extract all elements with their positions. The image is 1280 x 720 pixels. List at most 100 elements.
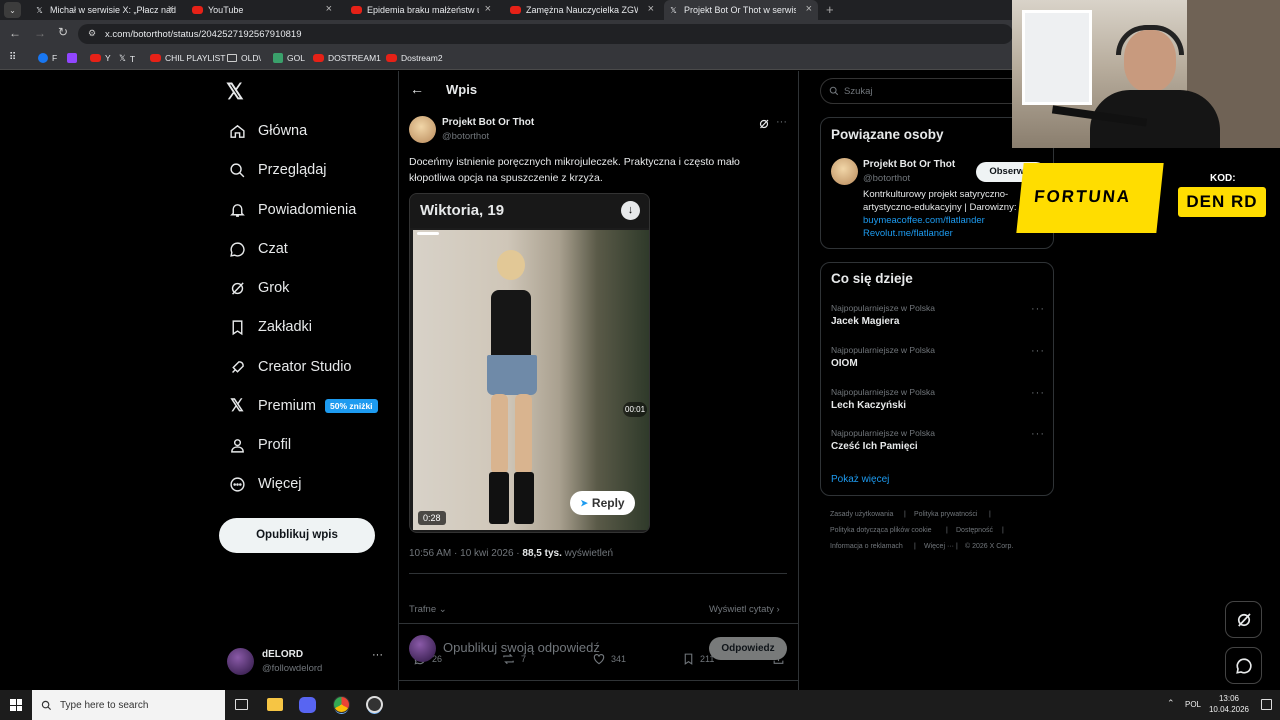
x-favicon-icon: 𝕏 <box>670 5 677 15</box>
youtube-icon <box>192 5 203 16</box>
new-tab-icon[interactable]: + <box>826 2 834 17</box>
site-info-icon[interactable]: ⚙ <box>88 28 96 39</box>
reply-submit-button[interactable]: Odpowiedz <box>709 637 787 660</box>
sidebar-item-grok[interactable]: Grok <box>228 276 289 300</box>
chrome-icon[interactable] <box>333 696 350 713</box>
trend-item[interactable]: Najpopularniejsze w Polska Jacek Magiera… <box>831 303 1045 327</box>
grok-floating-button[interactable] <box>1225 601 1262 638</box>
trend-more-icon[interactable]: ··· <box>1031 303 1045 315</box>
sort-dropdown[interactable]: Trafne ⌄ <box>409 604 447 615</box>
close-tab-icon[interactable]: × <box>648 3 654 15</box>
youtube-icon <box>351 5 362 16</box>
tab-botorthot[interactable]: 𝕏 Projekt Bot Or Thot w serwisie × <box>664 0 818 20</box>
close-tab-icon[interactable]: × <box>806 3 812 15</box>
trend-more-icon[interactable]: ··· <box>1031 345 1045 357</box>
trend-item[interactable]: Najpopularniejsze w Polska OIOM ··· <box>831 345 1045 369</box>
task-view-icon[interactable] <box>235 699 248 710</box>
related-avatar[interactable] <box>831 158 858 185</box>
tab-epidemia[interactable]: Epidemia braku małżeństw u m × <box>347 0 497 20</box>
youtube-icon <box>510 5 521 16</box>
messages-floating-button[interactable] <box>1225 647 1262 684</box>
language-indicator[interactable]: POL <box>1185 700 1201 709</box>
post-more-icon[interactable]: ··· <box>776 116 787 128</box>
reply-input[interactable]: Opublikuj swoją odpowiedź <box>443 640 693 655</box>
sidebar-item-notifications[interactable]: Powiadomienia <box>228 198 356 222</box>
sidebar-item-chat[interactable]: Czat <box>228 237 288 261</box>
footer-link[interactable]: Polityka dotycząca plików cookie <box>830 527 932 534</box>
author-avatar[interactable] <box>409 116 436 143</box>
bookmark-dostream2[interactable]: Dostream2 <box>386 53 443 63</box>
url-bar[interactable]: ⚙ x.com/botorthot/status/204252719256791… <box>78 24 1013 44</box>
footer-link[interactable]: Polityka prywatności <box>914 511 977 518</box>
discord-icon[interactable] <box>299 697 316 713</box>
tab-youtube[interactable]: YouTube × <box>188 0 338 20</box>
windows-start-icon[interactable] <box>10 699 22 711</box>
clock[interactable]: 13:06 10.04.2026 <box>1205 693 1253 715</box>
footer-link[interactable]: Dostępność <box>956 527 993 534</box>
bookmark-chil-playlist[interactable]: CHIL PLAYLIST <box>150 53 225 63</box>
trend-item[interactable]: Najpopularniejsze w Polska Cześć Ich Pam… <box>831 428 1045 452</box>
trend-item[interactable]: Najpopularniejsze w Polska Lech Kaczyńsk… <box>831 387 1045 411</box>
sidebar-item-more[interactable]: Więcej <box>228 472 302 496</box>
trend-more-icon[interactable]: ··· <box>1031 387 1045 399</box>
fortuna-wordmark: FORTUNA <box>1033 187 1133 206</box>
chevron-right-icon: › <box>773 604 780 615</box>
account-switcher[interactable]: dELORD @followdelord ··· <box>227 647 387 679</box>
divider <box>399 623 798 624</box>
apps-icon[interactable]: ⠿ <box>9 52 16 63</box>
download-icon[interactable]: ↓ <box>621 201 640 220</box>
tab-zamezna[interactable]: Zamężna Nauczycielka ZGW*Ł0 × <box>506 0 660 20</box>
sidebar-item-creator-studio[interactable]: Creator Studio <box>228 355 352 379</box>
grok-explain-icon[interactable] <box>758 117 770 135</box>
bookmark-gol[interactable]: GOL <box>273 53 305 63</box>
account-more-icon[interactable]: ··· <box>372 649 383 661</box>
author-name[interactable]: Projekt Bot Or Thot <box>442 117 534 128</box>
back-arrow-icon[interactable]: ← <box>410 81 424 97</box>
bookmark-old[interactable]: OLD\ <box>227 53 261 63</box>
post-timestamp[interactable]: 10:56 AM · 10 kwi 2026 · <box>409 548 522 559</box>
bookmark-f[interactable]: F <box>38 53 57 63</box>
related-name[interactable]: Projekt Bot Or Thot <box>863 159 955 170</box>
close-tab-icon[interactable]: × <box>485 3 491 15</box>
trend-name: Cześć Ich Pamięci <box>831 441 918 452</box>
sidebar-item-explore[interactable]: Przeglądaj <box>228 158 327 182</box>
bookmark-twitch[interactable] <box>67 53 77 63</box>
back-icon[interactable]: ← <box>9 26 21 40</box>
taskbar-search-box[interactable]: Type here to search <box>32 690 225 720</box>
author-handle[interactable]: @botorthot <box>442 131 489 142</box>
gol-icon <box>273 53 283 63</box>
post-media[interactable]: Wiktoria, 19 ↓ 00:01 ➤ Reply 0:28 <box>409 193 650 533</box>
publish-post-button[interactable]: Opublikuj wpis <box>219 518 375 553</box>
notification-center-icon[interactable] <box>1261 699 1272 710</box>
reload-icon[interactable]: ↻ <box>58 25 68 39</box>
tray-chevron-icon[interactable]: ⌃ <box>1167 698 1175 709</box>
forward-icon[interactable]: → <box>34 26 46 40</box>
close-tab-icon[interactable]: × <box>326 3 332 15</box>
bookmark-y[interactable]: Y <box>90 53 111 63</box>
post-text-line: Doceńmy istnienie poręcznych mikrojulecz… <box>409 156 740 168</box>
sidebar-item-home[interactable]: Główna <box>228 119 307 143</box>
footer-link[interactable]: Zasady użytkowania <box>830 511 893 518</box>
bookmark-dostream1[interactable]: DOSTREAM1 <box>313 53 381 63</box>
footer-link[interactable]: Informacja o reklamach <box>830 543 903 550</box>
media-header: Wiktoria, 19 ↓ <box>410 194 649 228</box>
view-quotes-link[interactable]: Wyświetl cytaty › <box>709 604 780 615</box>
tab-michal[interactable]: 𝕏 Michał w serwisie X: „Płacz nad × <box>30 0 180 20</box>
x-logo-icon[interactable]: 𝕏 <box>226 79 244 105</box>
footer-link[interactable]: Więcej ··· <box>924 543 954 550</box>
file-explorer-icon[interactable] <box>267 698 283 711</box>
tab-search-button[interactable]: ⌄ <box>4 2 21 18</box>
trend-more-icon[interactable]: ··· <box>1031 428 1045 440</box>
sidebar-item-premium[interactable]: 𝕏 Premium 50% zniżki <box>228 394 378 418</box>
close-tab-icon[interactable]: × <box>168 3 174 15</box>
trend-name: Jacek Magiera <box>831 316 900 327</box>
related-title: Powiązane osoby <box>831 127 944 142</box>
sidebar-item-bookmarks[interactable]: Zakładki <box>228 315 312 339</box>
premium-discount-badge: 50% zniżki <box>325 399 378 413</box>
obs-icon[interactable] <box>366 696 383 713</box>
sidebar-item-profile[interactable]: Profil <box>228 433 291 457</box>
bookmark-t[interactable]: 𝕏T <box>119 53 135 64</box>
post-meta: 10:56 AM · 10 kwi 2026 · 88,5 tys. wyświ… <box>409 548 613 559</box>
reply-sticker-button[interactable]: ➤ Reply <box>570 491 635 515</box>
show-more-link[interactable]: Pokaż więcej <box>831 474 889 485</box>
